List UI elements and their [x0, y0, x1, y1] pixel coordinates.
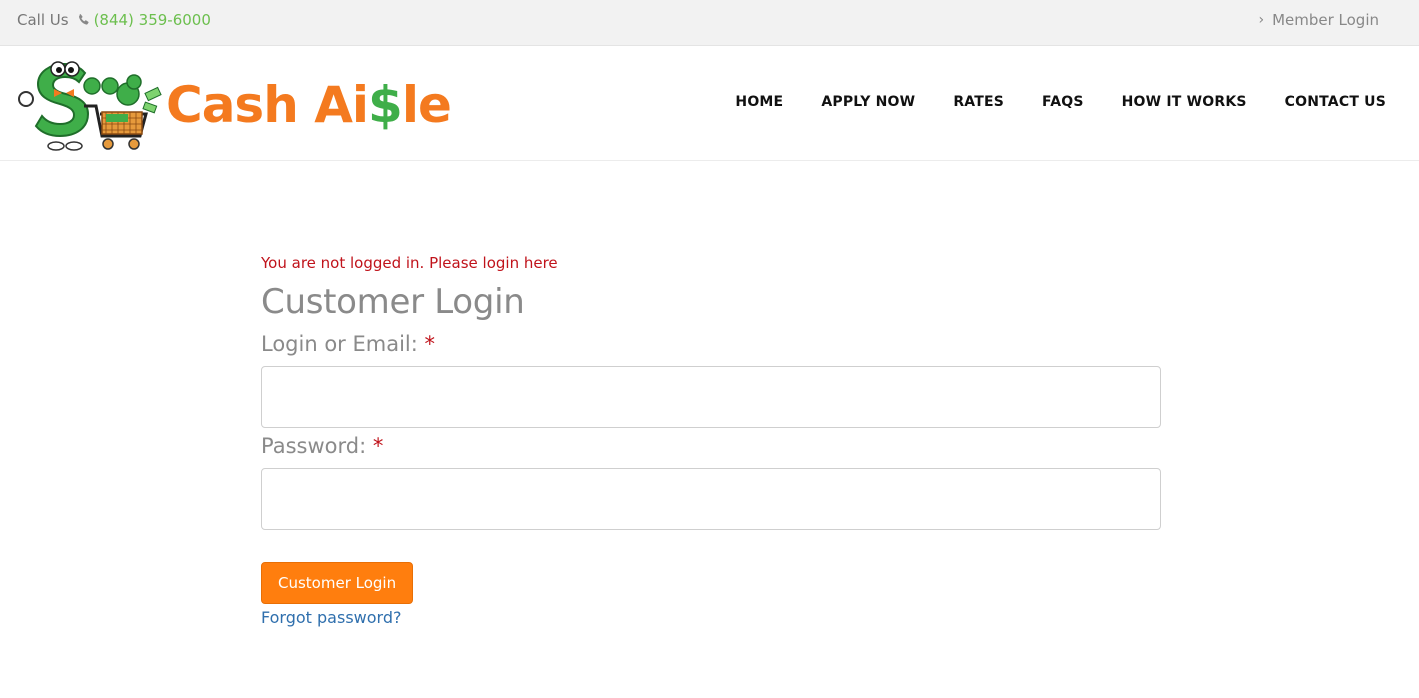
customer-login-button[interactable]: Customer Login [261, 562, 414, 604]
nav-contact-us[interactable]: CONTACT US [1285, 94, 1386, 110]
member-login-link[interactable]: › Member Login [1258, 11, 1379, 29]
password-field[interactable] [261, 468, 1161, 530]
logo-text-dollar: $ [368, 76, 403, 134]
nav-rates[interactable]: RATES [953, 94, 1004, 110]
logo-text-prefix: Cash Ai [166, 76, 369, 134]
call-us-label: Call Us [17, 11, 69, 29]
logo-wordmark: Cash Ai$le [166, 76, 452, 134]
phone-icon [78, 14, 89, 25]
top-bar: Call Us (844) 359-6000 › Member Login [0, 0, 1419, 46]
login-form: You are not logged in. Please login here… [261, 254, 1161, 627]
forgot-password-link[interactable]: Forgot password? [261, 608, 1161, 627]
email-label: Login or Email: * [261, 332, 1161, 356]
required-marker: * [372, 434, 384, 458]
nav-home[interactable]: HOME [735, 94, 783, 110]
mascot-logo-icon [18, 61, 162, 151]
page-title: Customer Login [261, 282, 525, 322]
email-field[interactable] [261, 366, 1161, 428]
required-marker: * [424, 332, 436, 356]
nav-faqs[interactable]: FAQS [1042, 94, 1084, 110]
chevron-right-icon: › [1258, 12, 1265, 28]
logo[interactable]: Cash Ai$le [16, 54, 452, 152]
password-label: Password: * [261, 434, 1161, 458]
logo-text-suffix: le [401, 76, 452, 134]
member-login-label: Member Login [1272, 11, 1379, 29]
phone-link[interactable]: (844) 359-6000 [94, 11, 211, 29]
password-label-text: Password: [261, 434, 367, 458]
nav-apply-now[interactable]: APPLY NOW [821, 94, 915, 110]
nav-how-it-works[interactable]: HOW IT WORKS [1122, 94, 1247, 110]
email-label-text: Login or Email: [261, 332, 418, 356]
login-notice: You are not logged in. Please login here [261, 254, 558, 272]
site-header: Cash Ai$le HOME APPLY NOW RATES FAQS HOW… [0, 47, 1419, 161]
call-us: Call Us (844) 359-6000 [17, 11, 211, 29]
main-nav: HOME APPLY NOW RATES FAQS HOW IT WORKS C… [697, 94, 1386, 110]
